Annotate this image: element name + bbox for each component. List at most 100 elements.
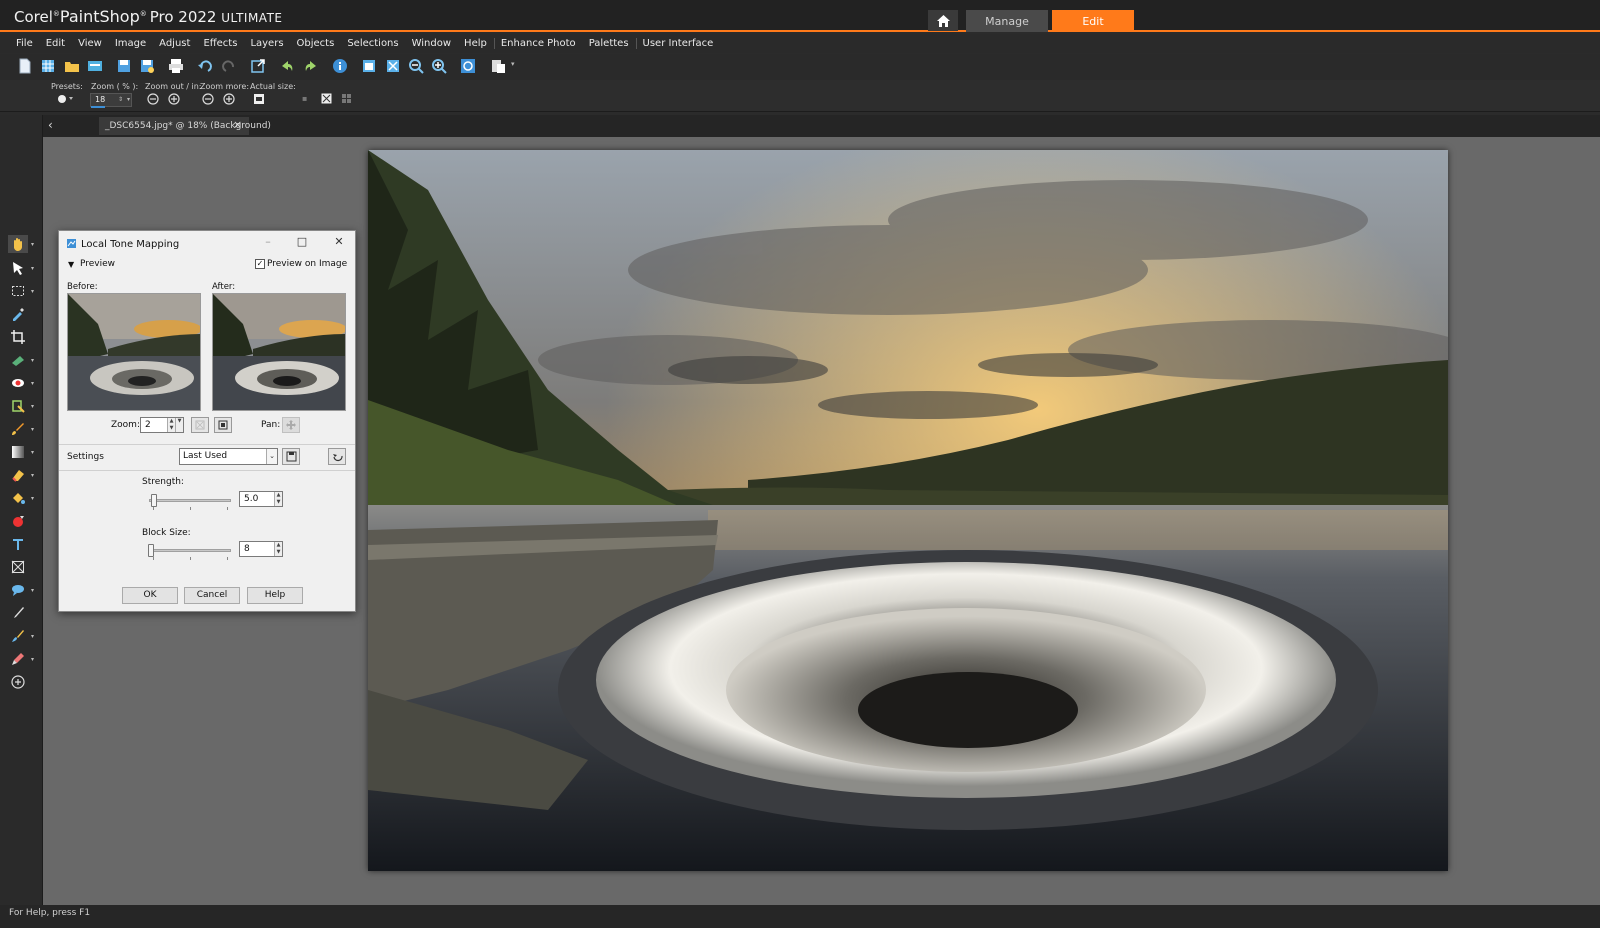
zoom-in-button-icon[interactable] (168, 93, 180, 105)
menu-objects[interactable]: Objects (297, 38, 335, 49)
strength-input[interactable]: 5.0 ▲ ▼ (239, 491, 283, 507)
picture-tube-tool[interactable] (8, 650, 28, 668)
menu-adjust[interactable]: Adjust (159, 38, 190, 49)
minimize-icon[interactable]: – (259, 235, 277, 251)
undo-icon[interactable] (197, 58, 213, 74)
cancel-button[interactable]: Cancel (184, 587, 240, 604)
add-tool-button[interactable] (8, 673, 28, 691)
zoom-fit-button[interactable] (191, 417, 209, 433)
resize-icon[interactable] (250, 58, 266, 74)
block-size-slider-track[interactable] (149, 549, 231, 552)
chevron-down-icon[interactable]: ▾ (31, 633, 34, 640)
actual-size-icon[interactable] (460, 58, 476, 74)
chevron-down-icon[interactable]: ▾ (31, 449, 34, 456)
zoom-in-icon[interactable] (431, 58, 447, 74)
chevron-down-icon[interactable]: ▾ (127, 94, 130, 106)
red-eye-tool[interactable] (8, 374, 28, 392)
save-preset-button[interactable] (282, 448, 300, 465)
menu-palettes[interactable]: Palettes (589, 38, 629, 49)
info-icon[interactable] (332, 58, 348, 74)
reset-preset-button[interactable] (328, 448, 346, 465)
dropper-tool[interactable] (8, 305, 28, 323)
zoom-percent-input[interactable]: 18 ⇕ ▾ (90, 93, 132, 108)
fit-window-icon[interactable] (361, 58, 377, 74)
chevron-down-icon[interactable]: ▼ (175, 418, 183, 432)
new-icon[interactable] (17, 58, 33, 74)
menu-enhance-photo[interactable]: Enhance Photo (493, 38, 576, 49)
grid-icon[interactable] (40, 58, 56, 74)
scan-icon[interactable] (87, 58, 103, 74)
actual-size-button-icon[interactable] (253, 93, 265, 105)
chevron-down-icon[interactable]: ▾ (31, 587, 34, 594)
menu-user-interface[interactable]: User Interface (635, 38, 713, 49)
zoom-more-out-icon[interactable] (202, 93, 214, 105)
fill-tool[interactable] (8, 489, 28, 507)
chevron-down-icon[interactable]: ▾ (31, 426, 34, 433)
tab-edit[interactable]: Edit (1052, 10, 1134, 32)
menu-window[interactable]: Window (412, 38, 451, 49)
crop-tool[interactable] (8, 328, 28, 346)
spin-arrows-icon[interactable]: ⇕ (118, 94, 123, 106)
chevron-down-icon[interactable]: ▾ (511, 60, 515, 68)
tab-manage[interactable]: Manage (966, 10, 1048, 32)
color-changer-tool[interactable] (8, 512, 28, 530)
selection-tool[interactable] (8, 282, 28, 300)
palette-icon[interactable] (491, 58, 507, 74)
redo-history-icon[interactable] (303, 58, 319, 74)
chevron-left-icon[interactable]: ‹ (48, 118, 53, 132)
ok-button[interactable]: OK (122, 587, 178, 604)
menu-edit[interactable]: Edit (46, 38, 65, 49)
fit-toggle-icon[interactable] (321, 93, 332, 104)
home-button[interactable] (928, 10, 958, 31)
save-icon[interactable] (116, 58, 132, 74)
chevron-down-icon[interactable]: ▾ (31, 288, 34, 295)
spin-arrows-icon[interactable]: ▲ ▼ (167, 418, 175, 432)
zoom-more-in-icon[interactable] (223, 93, 235, 105)
zoom-out-icon[interactable] (408, 58, 424, 74)
grid-toggle-icon[interactable] (341, 93, 352, 104)
straighten-tool[interactable] (8, 351, 28, 369)
warp-tool[interactable] (8, 558, 28, 576)
print-icon[interactable] (168, 58, 184, 74)
menu-layers[interactable]: Layers (250, 38, 283, 49)
help-button[interactable]: Help (247, 587, 303, 604)
block-size-input[interactable]: 8 ▲ ▼ (239, 541, 283, 557)
close-icon[interactable]: ✕ (330, 235, 348, 251)
shape-tool[interactable] (8, 581, 28, 599)
before-preview[interactable] (67, 293, 201, 411)
zoom-actual-button[interactable] (214, 417, 232, 433)
chevron-down-icon[interactable]: ▾ (31, 380, 34, 387)
menu-help[interactable]: Help (464, 38, 487, 49)
strength-slider-thumb[interactable] (151, 494, 157, 507)
clone-tool[interactable] (8, 397, 28, 415)
chevron-down-icon[interactable]: ▾ (31, 495, 34, 502)
menu-selections[interactable]: Selections (347, 38, 398, 49)
pan-tool[interactable] (8, 235, 28, 253)
image-canvas[interactable] (368, 150, 1448, 871)
redo-icon[interactable] (221, 58, 237, 74)
pen-tool[interactable] (8, 604, 28, 622)
chevron-down-icon[interactable]: ▾ (31, 357, 34, 364)
chevron-down-icon[interactable]: ⌄ (266, 449, 277, 464)
close-tab-icon[interactable]: × (233, 118, 242, 131)
menu-file[interactable]: File (16, 38, 33, 49)
collapse-arrow-icon[interactable]: ▼ (68, 260, 74, 269)
chevron-down-icon[interactable]: ▾ (31, 472, 34, 479)
spin-arrows-icon[interactable]: ▲ ▼ (274, 542, 282, 556)
text-tool[interactable] (8, 535, 28, 553)
maximize-icon[interactable]: □ (293, 235, 311, 251)
zoom-out-button-icon[interactable] (147, 93, 159, 105)
pan-button[interactable] (282, 417, 300, 433)
preview-zoom-input[interactable]: 2 ▲ ▼ ▼ (140, 417, 184, 433)
pan-preset-icon[interactable] (56, 93, 74, 105)
chevron-down-icon[interactable]: ▾ (31, 656, 34, 663)
gradient-tool[interactable] (8, 443, 28, 461)
pick-tool[interactable] (8, 259, 28, 277)
document-tab[interactable]: _DSC6554.jpg* @ 18% (Background) (99, 117, 271, 135)
menu-view[interactable]: View (78, 38, 102, 49)
settings-preset-select[interactable]: Last Used ⌄ (179, 448, 278, 465)
undo-history-icon[interactable] (279, 58, 295, 74)
eraser-tool[interactable] (8, 466, 28, 484)
paint-brush-tool[interactable] (8, 420, 28, 438)
strength-slider-track[interactable] (149, 499, 231, 502)
